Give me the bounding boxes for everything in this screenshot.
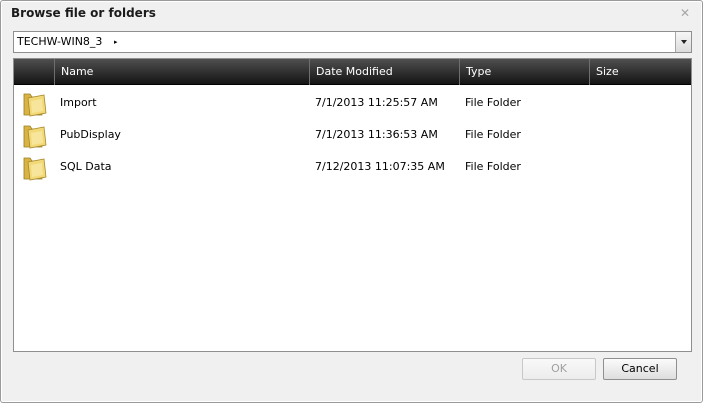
breadcrumb-current[interactable]: TECHW-WIN8_3 bbox=[17, 35, 102, 48]
row-name: SQL Data bbox=[60, 160, 112, 173]
folder-icon bbox=[23, 157, 47, 181]
folder-icon bbox=[23, 125, 47, 149]
column-header-icon[interactable] bbox=[14, 59, 54, 85]
row-name: PubDisplay bbox=[60, 128, 121, 141]
row-size bbox=[589, 151, 691, 183]
chevron-down-icon[interactable] bbox=[675, 32, 691, 52]
file-list[interactable]: Name Date Modified Type Size Import 7/1/… bbox=[13, 58, 692, 352]
row-name: Import bbox=[60, 96, 97, 109]
column-header-date-modified[interactable]: Date Modified bbox=[309, 59, 459, 85]
cancel-button[interactable]: Cancel bbox=[603, 358, 677, 380]
row-type: File Folder bbox=[465, 160, 521, 173]
dialog-title: Browse file or folders bbox=[11, 6, 156, 20]
close-icon[interactable]: ✕ bbox=[678, 6, 692, 20]
row-date-modified: 7/1/2013 11:36:53 AM bbox=[315, 128, 438, 141]
breadcrumb-arrow-icon[interactable]: ▸ bbox=[114, 35, 118, 49]
browse-dialog: Browse file or folders ✕ TECHW-WIN8_3 ▸ … bbox=[0, 0, 703, 403]
ok-button[interactable]: OK bbox=[522, 358, 596, 380]
row-size bbox=[589, 87, 691, 119]
row-type: File Folder bbox=[465, 128, 521, 141]
column-header-name[interactable]: Name bbox=[54, 59, 309, 85]
folder-icon bbox=[23, 93, 47, 117]
row-date-modified: 7/12/2013 11:07:35 AM bbox=[315, 160, 445, 173]
list-header: Name Date Modified Type Size bbox=[14, 59, 691, 85]
row-date-modified: 7/1/2013 11:25:57 AM bbox=[315, 96, 438, 109]
row-type: File Folder bbox=[465, 96, 521, 109]
column-header-size[interactable]: Size bbox=[589, 59, 691, 85]
table-row[interactable]: SQL Data 7/12/2013 11:07:35 AM File Fold… bbox=[14, 151, 691, 183]
table-row[interactable]: PubDisplay 7/1/2013 11:36:53 AM File Fol… bbox=[14, 119, 691, 151]
path-dropdown[interactable]: TECHW-WIN8_3 ▸ bbox=[13, 31, 692, 53]
row-size bbox=[589, 119, 691, 151]
column-header-type[interactable]: Type bbox=[459, 59, 589, 85]
table-row[interactable]: Import 7/1/2013 11:25:57 AM File Folder bbox=[14, 87, 691, 119]
